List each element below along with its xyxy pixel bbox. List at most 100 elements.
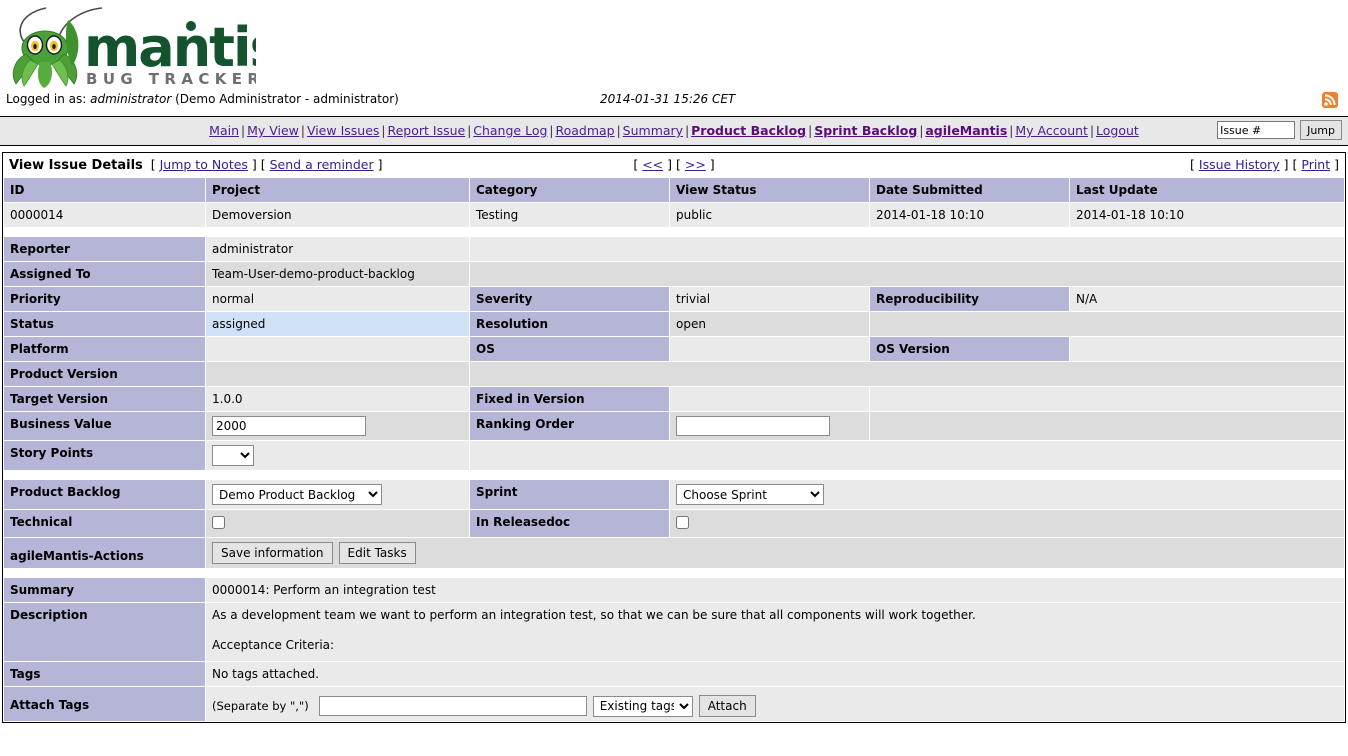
label-in-releasedoc: In Releasedoc <box>470 510 670 538</box>
sprint-select[interactable]: Choose Sprint <box>676 484 824 505</box>
table-row-product-version: Product Version <box>4 362 1345 387</box>
label-os-version: OS Version <box>870 337 1070 362</box>
label-agilemantis-actions: agileMantis-Actions <box>4 538 206 569</box>
prev-next-nav: [ << ] [ >> ] <box>3 153 1345 177</box>
label-ranking-order: Ranking Order <box>470 412 670 441</box>
business-value-input[interactable] <box>212 416 366 436</box>
nav-item-main[interactable]: Main <box>209 123 239 138</box>
nav-separator: | <box>683 124 691 138</box>
value-fixed-in-version <box>670 387 870 412</box>
label-tags: Tags <box>4 662 206 687</box>
nav-item-my-view[interactable]: My View <box>247 123 299 138</box>
label-reproducibility: Reproducibility <box>870 287 1070 312</box>
table-row-product-backlog: Product Backlog Demo Product Backlog Spr… <box>4 480 1345 510</box>
label-priority: Priority <box>4 287 206 312</box>
table-row-agilemantis-actions: agileMantis-Actions Save information Edi… <box>4 538 1345 569</box>
nav-item-sprint-backlog[interactable]: Sprint Backlog <box>814 123 917 138</box>
jump-button[interactable]: Jump <box>1300 120 1342 140</box>
product-version-blank <box>470 362 1345 387</box>
value-assigned-to: Team-User-demo-product-backlog <box>206 262 470 287</box>
label-os: OS <box>470 337 670 362</box>
label-product-backlog: Product Backlog <box>4 480 206 510</box>
logged-in-user-detail: (Demo Administrator - administrator) <box>175 92 399 106</box>
value-severity: trivial <box>670 287 870 312</box>
nav-item-product-backlog[interactable]: Product Backlog <box>691 123 806 138</box>
logged-in-label: Logged in as: <box>6 92 86 106</box>
main-navigation-bar: Main|My View|View Issues|Report Issue|Ch… <box>0 116 1348 146</box>
header-id: ID <box>4 178 206 203</box>
nav-item-roadmap[interactable]: Roadmap <box>555 123 614 138</box>
story-points-blank <box>470 441 1345 471</box>
label-target-version: Target Version <box>4 387 206 412</box>
nav-item-logout[interactable]: Logout <box>1096 123 1139 138</box>
issue-history-link[interactable]: Issue History <box>1199 157 1280 172</box>
existing-tags-select[interactable]: Existing tags <box>593 696 693 717</box>
print-link[interactable]: Print <box>1301 157 1330 172</box>
header-project: Project <box>206 178 470 203</box>
value-tags: No tags attached. <box>206 662 1345 687</box>
product-backlog-select[interactable]: Demo Product Backlog <box>212 484 382 505</box>
issue-id: 0000014 <box>4 203 206 228</box>
nav-item-agilemantis[interactable]: agileMantis <box>925 123 1007 138</box>
value-platform <box>206 337 470 362</box>
rss-feed-icon[interactable] <box>1322 92 1338 108</box>
technical-checkbox[interactable] <box>212 516 225 529</box>
edit-tasks-button[interactable]: Edit Tasks <box>339 542 416 564</box>
label-sprint: Sprint <box>470 480 670 510</box>
separate-by-note: (Separate by ",") <box>212 698 313 714</box>
attach-tags-input[interactable] <box>319 696 587 716</box>
assigned-to-blank <box>470 262 1345 287</box>
attach-button[interactable]: Attach <box>699 695 756 717</box>
mantis-bug-tracker-logo: mantis BUG TRACKER <box>6 4 256 90</box>
header-view-status: View Status <box>670 178 870 203</box>
label-business-value: Business Value <box>4 412 206 441</box>
value-product-version <box>206 362 470 387</box>
ranking-order-input[interactable] <box>676 416 830 436</box>
table-row-attach-tags: Attach Tags (Separate by ",") Existing t… <box>4 687 1345 722</box>
nav-item-report-issue[interactable]: Report Issue <box>387 123 465 138</box>
nav-item-view-issues[interactable]: View Issues <box>307 123 379 138</box>
header-category: Category <box>470 178 670 203</box>
status-blank <box>870 312 1345 337</box>
nav-item-change-log[interactable]: Change Log <box>473 123 547 138</box>
cell-business-value <box>206 412 470 441</box>
label-fixed-in-version: Fixed in Version <box>470 387 670 412</box>
value-os-version <box>1070 337 1345 362</box>
label-resolution: Resolution <box>470 312 670 337</box>
value-reproducibility: N/A <box>1070 287 1345 312</box>
spacer <box>4 471 1345 480</box>
action-buttons: Save information Edit Tasks <box>212 542 1338 564</box>
previous-issue-link[interactable]: << <box>642 157 663 172</box>
nav-item-my-account[interactable]: My Account <box>1015 123 1088 138</box>
in-releasedoc-checkbox[interactable] <box>676 516 689 529</box>
logo-header: mantis BUG TRACKER <box>0 0 1348 92</box>
story-points-select[interactable] <box>212 445 254 466</box>
nav-item-summary[interactable]: Summary <box>623 123 683 138</box>
cell-technical <box>206 510 470 538</box>
cell-attach-tags: (Separate by ",") Existing tags Attach <box>206 687 1345 722</box>
label-summary: Summary <box>4 578 206 603</box>
table-row-issue-summary: 0000014 Demoversion Testing public 2014-… <box>4 203 1345 228</box>
save-information-button[interactable]: Save information <box>212 542 333 564</box>
table-row-reporter: Reporter administrator <box>4 237 1345 262</box>
header-date-submitted: Date Submitted <box>870 178 1070 203</box>
issue-number-input[interactable] <box>1217 121 1295 139</box>
next-issue-link[interactable]: >> <box>685 157 706 172</box>
issue-date-submitted: 2014-01-18 10:10 <box>870 203 1070 228</box>
issue-category: Testing <box>470 203 670 228</box>
table-row-target-version: Target Version 1.0.0 Fixed in Version <box>4 387 1345 412</box>
description-gap <box>212 623 1338 637</box>
value-priority: normal <box>206 287 470 312</box>
table-row-business-value: Business Value Ranking Order <box>4 412 1345 441</box>
table-row-story-points: Story Points <box>4 441 1345 471</box>
table-row-description: Description As a development team we wan… <box>4 603 1345 662</box>
cell-in-releasedoc <box>670 510 1345 538</box>
value-os <box>670 337 870 362</box>
description-line-1: As a development team we want to perform… <box>212 607 1338 623</box>
value-reporter: administrator <box>206 237 470 262</box>
label-severity: Severity <box>470 287 670 312</box>
value-status: assigned <box>206 312 470 337</box>
logged-in-username: administrator <box>90 92 171 106</box>
issue-view-status: public <box>670 203 870 228</box>
table-header-row: ID Project Category View Status Date Sub… <box>4 178 1345 203</box>
